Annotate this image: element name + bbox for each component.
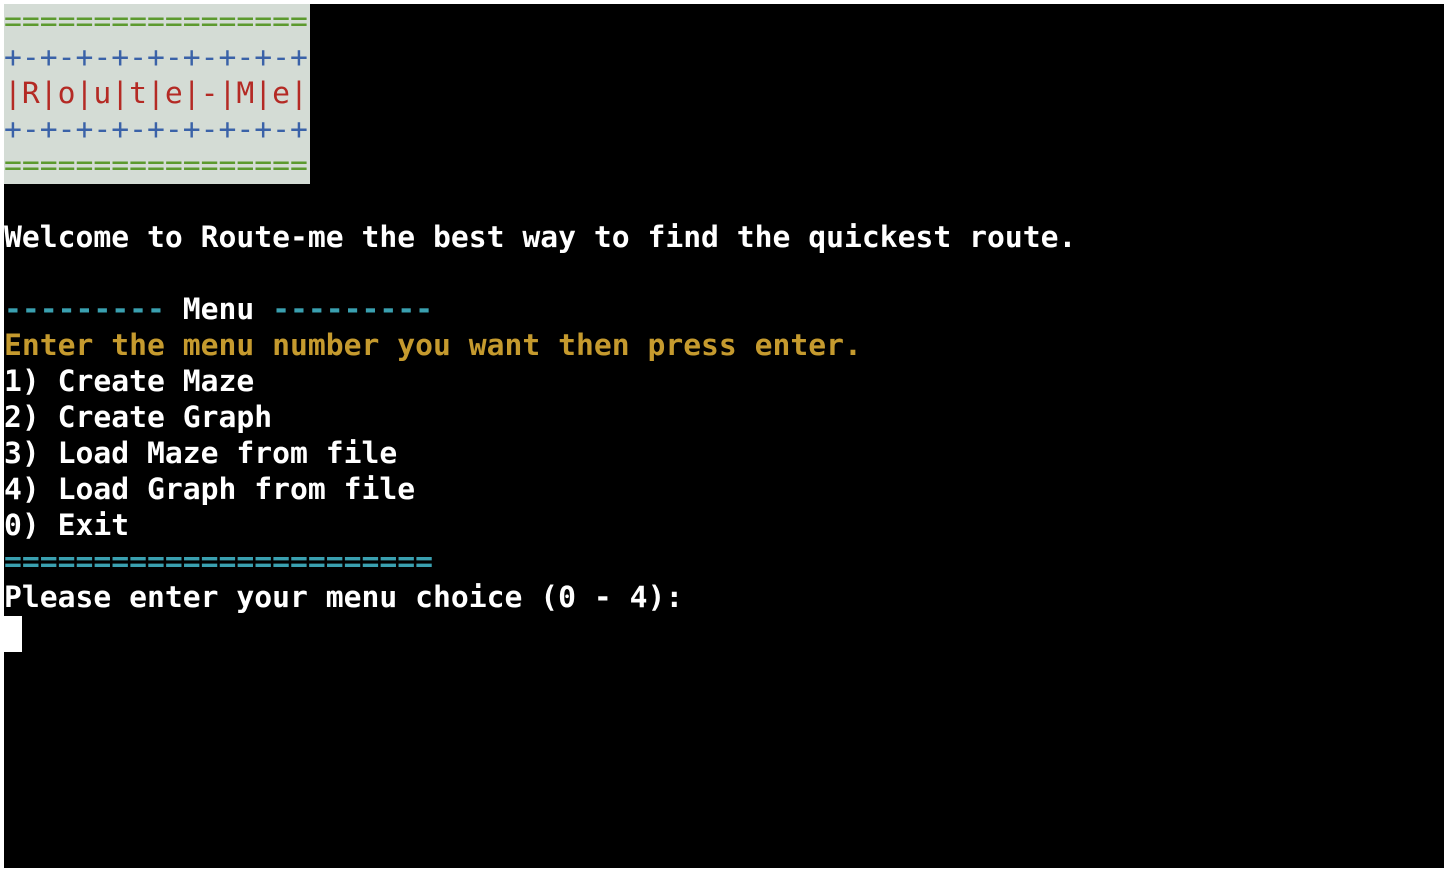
banner-border-bottom: ================= (4, 148, 308, 183)
menu-title: Menu (164, 292, 273, 327)
banner-deco-bottom: +-+-+-+-+-+-+-+-+ (4, 112, 308, 147)
banner-title: |R|o|u|t|e|-|M|e| (4, 76, 308, 111)
menu-item-create-maze: 1) Create Maze (4, 364, 255, 399)
banner-border-top: ================= (4, 4, 308, 39)
terminal-input-cursor[interactable] (4, 616, 22, 652)
menu-item-exit: 0) Exit (4, 508, 130, 543)
banner-deco-top: +-+-+-+-+-+-+-+-+ (4, 40, 308, 75)
menu-header: --------- Menu --------- (4, 292, 433, 328)
menu-choice-prompt: Please enter your menu choice (0 - 4): (4, 580, 684, 615)
menu-item-create-graph: 2) Create Graph (4, 400, 273, 435)
terminal-window[interactable]: ================= +-+-+-+-+-+-+-+-+ |R|o… (4, 4, 1444, 868)
menu-separator: ======================== (4, 544, 433, 579)
menu-item-load-maze: 3) Load Maze from file (4, 436, 398, 471)
menu-item-load-graph: 4) Load Graph from file (4, 472, 416, 507)
menu-header-dash-right: --------- (272, 292, 433, 327)
menu-header-dash-left: --------- (4, 292, 165, 327)
welcome-message: Welcome to Route-me the best way to find… (4, 220, 1077, 255)
menu-instruction: Enter the menu number you want then pres… (4, 328, 862, 363)
